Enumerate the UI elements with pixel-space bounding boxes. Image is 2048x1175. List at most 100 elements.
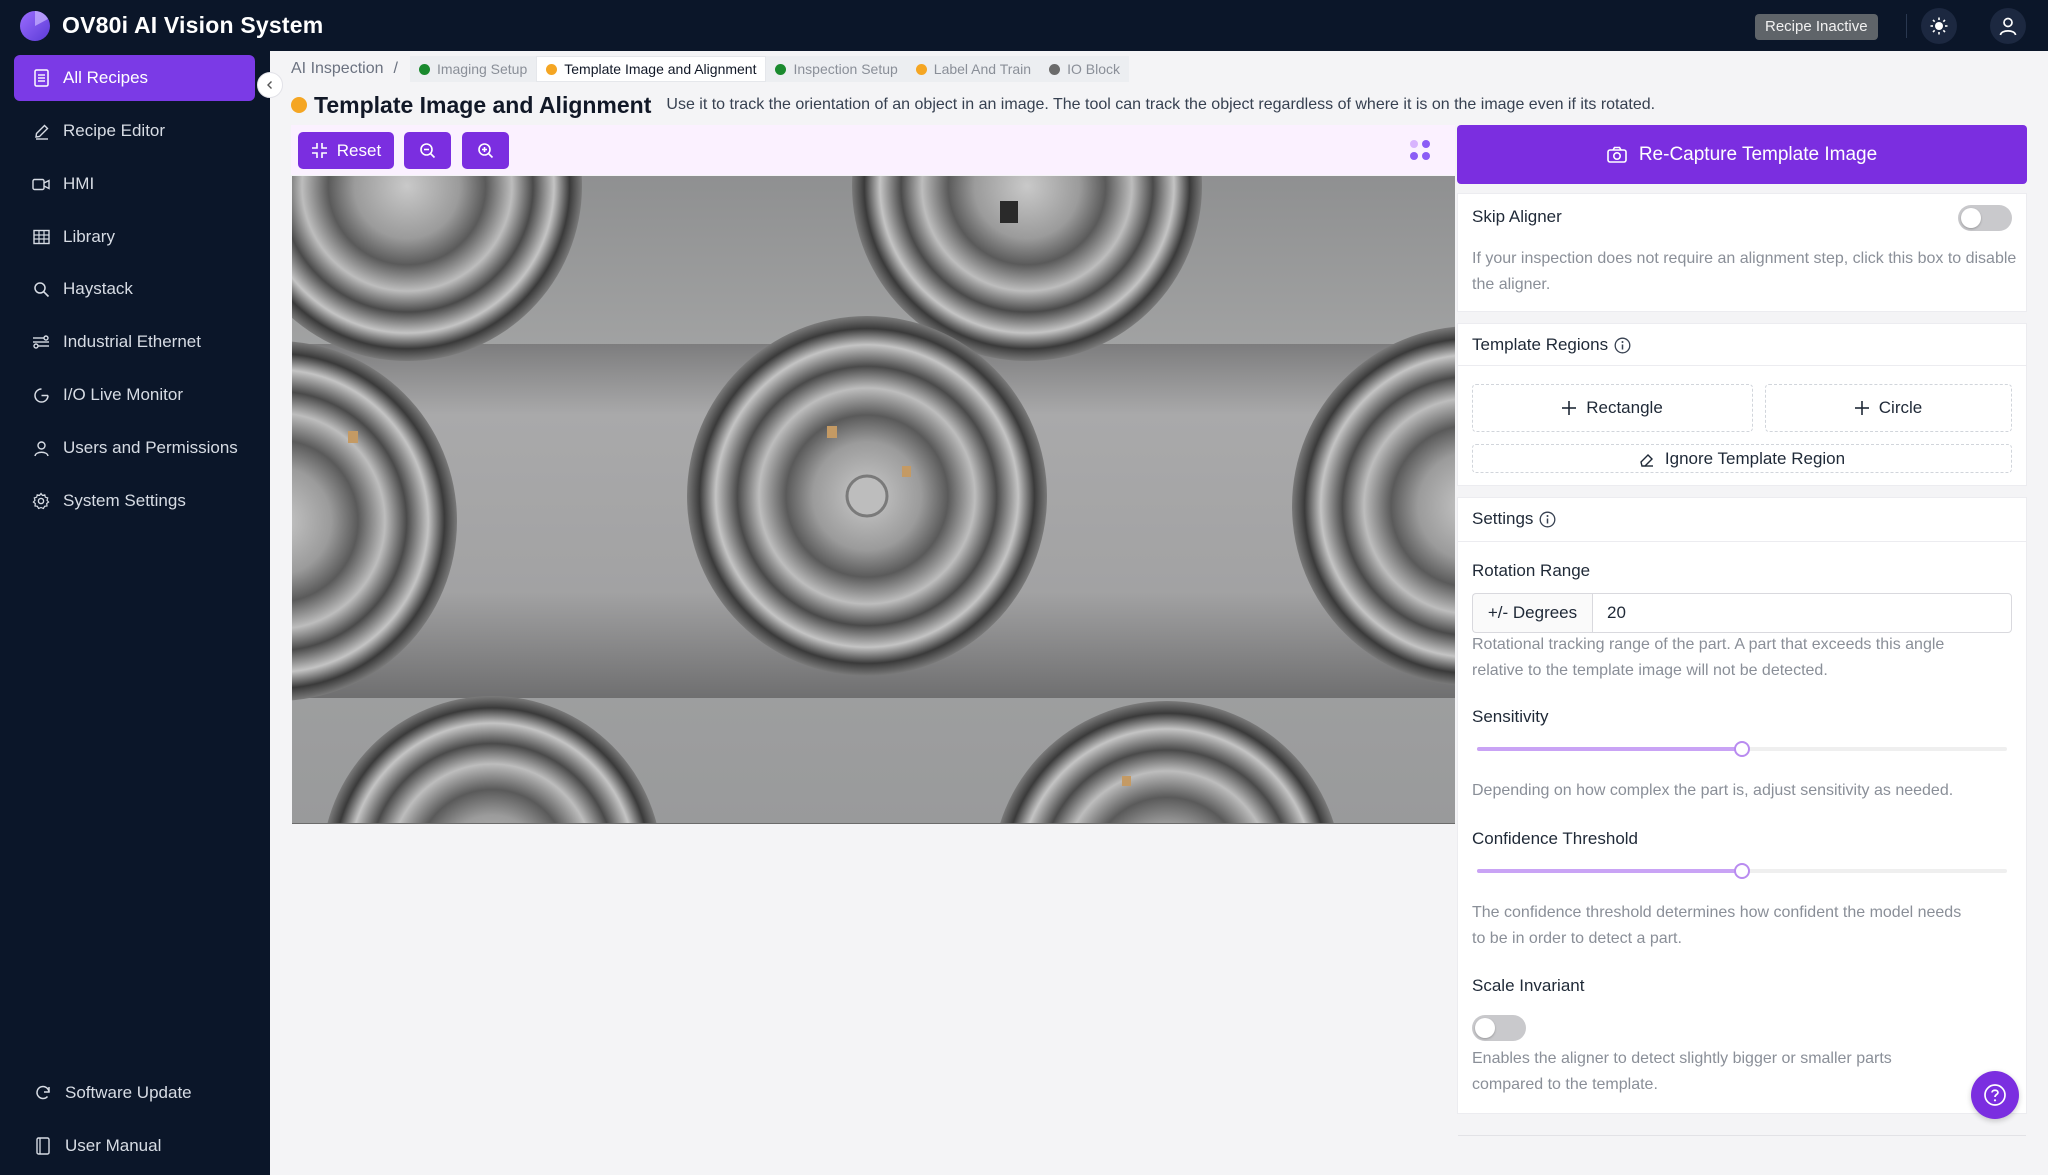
template-image[interactable] — [292, 176, 1455, 824]
confidence-threshold-label: Confidence Threshold — [1472, 829, 1639, 848]
chevron-left-icon — [267, 81, 272, 89]
skip-aligner-toggle[interactable] — [1958, 205, 2012, 231]
rotation-range-label: Rotation Range — [1472, 561, 1591, 580]
app-logo-icon — [20, 11, 50, 41]
sensitivity-help: Depending on how complex the part is, ad… — [1472, 782, 1954, 799]
rotation-range-input[interactable]: 20 — [1592, 593, 2012, 633]
sidebar-item-i-o-live-monitor[interactable]: I/O Live Monitor — [14, 372, 255, 418]
status-dot — [775, 63, 787, 75]
user-icon — [1999, 17, 2017, 36]
slider-handle[interactable] — [1734, 863, 1750, 879]
sidebar-item-all-recipes[interactable]: All Recipes — [14, 55, 255, 101]
breadcrumb-separator: / — [393, 60, 398, 77]
step-tab-label: Inspection Setup — [793, 61, 898, 77]
compress-icon — [311, 143, 327, 158]
plus-icon — [1854, 401, 1869, 415]
add-circle-button[interactable]: Circle — [1765, 384, 2012, 432]
settings-card — [1457, 497, 2027, 1114]
status-dot — [1049, 63, 1061, 75]
add-rectangle-button[interactable]: Rectangle — [1472, 384, 1753, 432]
step-tab-inspection-setup[interactable]: Inspection Setup — [766, 56, 907, 82]
user-icon — [32, 439, 50, 457]
step-tab-label: Template Image and Alignment — [564, 61, 757, 77]
scale-invariant-label: Scale Invariant — [1472, 976, 1585, 995]
recapture-label: Re-Capture Template Image — [1638, 143, 1878, 165]
reset-button[interactable]: Reset — [298, 132, 394, 169]
page-description: Use it to track the orientation of an ob… — [666, 96, 1656, 113]
ignore-region-label: Ignore Template Region — [1664, 448, 1846, 468]
page-header: Template Image and Alignment Use it to t… — [291, 90, 1655, 120]
rectangle-label: Rectangle — [1586, 398, 1663, 417]
template-regions-header: Template Regions — [1472, 335, 1631, 355]
info-icon[interactable] — [1614, 337, 1631, 354]
step-tab-template-image-and-alignment[interactable]: Template Image and Alignment — [536, 56, 767, 82]
user-profile-button[interactable] — [1990, 8, 2026, 44]
sidebar-item-user-manual[interactable]: User Manual — [14, 1123, 255, 1169]
skip-aligner-help: If your inspection does not require an a… — [1472, 250, 2017, 293]
info-icon[interactable] — [1539, 511, 1556, 528]
confidence-help-2: to be in order to detect a part. — [1472, 930, 1682, 947]
recipe-status-badge: Recipe Inactive — [1755, 14, 1878, 40]
sidebar-item-hmi[interactable]: HMI — [14, 161, 255, 207]
sidebar-item-label: Software Update — [65, 1083, 192, 1102]
ignore-template-region-button[interactable]: Ignore Template Region — [1472, 444, 2012, 473]
sensitivity-label: Sensitivity — [1472, 707, 1549, 726]
sidebar-item-software-update[interactable]: Software Update — [14, 1070, 255, 1116]
step-tab-imaging-setup[interactable]: Imaging Setup — [409, 56, 537, 82]
recapture-template-button[interactable]: Re-Capture Template Image — [1457, 125, 2027, 184]
camera-icon — [1607, 146, 1627, 163]
help-button[interactable] — [1971, 1071, 2019, 1119]
zoom-in-icon — [478, 143, 494, 159]
sidebar-item-label: User Manual — [65, 1136, 162, 1155]
zoom-out-button[interactable] — [404, 132, 451, 169]
refresh-icon — [34, 1084, 52, 1102]
settings-header: Settings — [1472, 509, 1556, 529]
sidebar-item-users-and-permissions[interactable]: Users and Permissions — [14, 425, 255, 471]
sidebar-item-label: I/O Live Monitor — [63, 385, 183, 404]
page-title: Template Image and Alignment — [314, 91, 652, 118]
sidebar-item-recipe-editor[interactable]: Recipe Editor — [14, 108, 255, 154]
sidebar-item-label: Industrial Ethernet — [63, 332, 201, 351]
slider-track — [1477, 747, 1742, 751]
settings-title: Settings — [1472, 509, 1534, 528]
step-tab-label-and-train[interactable]: Label And Train — [906, 56, 1041, 82]
step-tab-label: Imaging Setup — [436, 61, 528, 77]
top-bar: OV80i AI Vision System Recipe Inactive — [0, 0, 2048, 51]
breadcrumb-root[interactable]: AI Inspection — [291, 60, 384, 78]
circle-label: Circle — [1878, 398, 1923, 417]
sidebar-item-industrial-ethernet[interactable]: Industrial Ethernet — [14, 319, 255, 365]
zoom-in-button[interactable] — [462, 132, 509, 169]
sidebar-item-label: HMI — [63, 174, 95, 193]
step-tab-label: IO Block — [1067, 61, 1120, 77]
image-toolbar: Reset — [291, 125, 1455, 175]
scale-invariant-help-1: Enables the aligner to detect slightly b… — [1472, 1050, 1892, 1067]
status-dot — [546, 63, 558, 75]
parts-image — [292, 176, 1455, 823]
confidence-threshold-slider[interactable] — [1477, 862, 2007, 880]
sidebar-item-label: System Settings — [63, 491, 186, 510]
document-list-icon — [32, 69, 50, 87]
sidebar-item-system-settings[interactable]: System Settings — [14, 478, 255, 524]
book-icon — [34, 1137, 52, 1155]
app-title: OV80i AI Vision System — [62, 12, 324, 38]
scale-invariant-help-2: compared to the template. — [1472, 1076, 1658, 1093]
video-icon — [32, 175, 50, 193]
step-tab-io-block[interactable]: IO Block — [1040, 56, 1129, 82]
sensitivity-slider[interactable] — [1477, 740, 2007, 758]
slider-track — [1477, 869, 1742, 873]
search-icon — [32, 280, 50, 298]
scale-invariant-toggle[interactable] — [1472, 1015, 1526, 1041]
divider — [1458, 1135, 2026, 1136]
divider — [1458, 365, 2026, 366]
slider-handle[interactable] — [1734, 741, 1750, 757]
gear-icon — [32, 492, 50, 510]
grid-table-icon — [32, 228, 50, 246]
theme-toggle-button[interactable] — [1921, 8, 1957, 44]
monitor-icon — [32, 386, 50, 404]
collapse-sidebar-button[interactable] — [257, 72, 283, 98]
pencil-icon — [32, 122, 50, 140]
sidebar-item-haystack[interactable]: Haystack — [14, 266, 255, 312]
status-dot — [915, 63, 927, 75]
status-dot — [291, 97, 307, 113]
sidebar-item-library[interactable]: Library — [14, 214, 255, 260]
